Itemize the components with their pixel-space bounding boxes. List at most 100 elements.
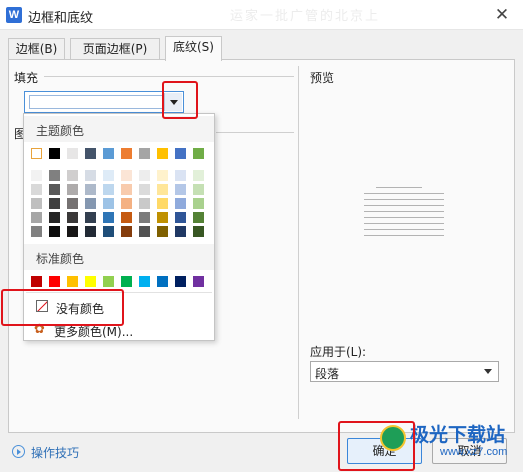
- color-swatch[interactable]: [193, 198, 204, 209]
- color-swatch[interactable]: [49, 148, 60, 159]
- color-swatch[interactable]: [67, 212, 78, 223]
- preview-line: [364, 211, 444, 212]
- color-swatch[interactable]: [31, 184, 42, 195]
- color-swatch[interactable]: [85, 170, 96, 181]
- color-swatch[interactable]: [157, 184, 168, 195]
- color-swatch[interactable]: [193, 226, 204, 237]
- pattern-divider: [216, 132, 294, 133]
- tab-borders[interactable]: 边框(B): [8, 38, 65, 60]
- color-swatch[interactable]: [175, 212, 186, 223]
- more-colors-option[interactable]: 更多颜色(M)...: [54, 323, 133, 340]
- color-swatch[interactable]: [175, 226, 186, 237]
- tips-label[interactable]: 操作技巧: [31, 444, 79, 461]
- palette-icon: ✿: [34, 322, 45, 337]
- color-swatch[interactable]: [85, 212, 96, 223]
- color-swatch[interactable]: [193, 170, 204, 181]
- color-swatch[interactable]: [31, 170, 42, 181]
- fill-divider: [44, 76, 294, 77]
- color-swatch[interactable]: [103, 212, 114, 223]
- color-swatch[interactable]: [49, 170, 60, 181]
- color-swatch[interactable]: [157, 148, 168, 159]
- standard-colors-label: 标准颜色: [36, 252, 85, 266]
- dropdown-separator: [26, 292, 212, 293]
- color-swatch[interactable]: [49, 226, 60, 237]
- color-swatch[interactable]: [139, 276, 150, 287]
- color-swatch[interactable]: [175, 170, 186, 181]
- color-swatch[interactable]: [67, 276, 78, 287]
- color-swatch[interactable]: [121, 184, 132, 195]
- color-swatch[interactable]: [157, 198, 168, 209]
- preview-line: [364, 235, 444, 236]
- color-swatch[interactable]: [139, 170, 150, 181]
- chevron-down-icon: [484, 369, 492, 374]
- color-swatch[interactable]: [85, 276, 96, 287]
- color-swatch[interactable]: [31, 276, 42, 287]
- color-swatch[interactable]: [85, 148, 96, 159]
- color-swatch[interactable]: [103, 170, 114, 181]
- fill-color-swatch: [29, 95, 163, 109]
- color-swatch[interactable]: [85, 226, 96, 237]
- color-swatch[interactable]: [175, 148, 186, 159]
- color-swatch[interactable]: [85, 198, 96, 209]
- color-swatch[interactable]: [103, 184, 114, 195]
- color-swatch[interactable]: [157, 212, 168, 223]
- color-swatch[interactable]: [139, 226, 150, 237]
- color-swatch[interactable]: [121, 148, 132, 159]
- color-swatch[interactable]: [67, 198, 78, 209]
- fill-dropdown-arrow-icon[interactable]: [164, 93, 182, 111]
- color-swatch[interactable]: [121, 212, 132, 223]
- preview-line: [364, 199, 444, 200]
- color-swatch[interactable]: [175, 184, 186, 195]
- color-swatch[interactable]: [121, 276, 132, 287]
- color-swatch[interactable]: [193, 184, 204, 195]
- color-swatch[interactable]: [121, 198, 132, 209]
- color-swatch[interactable]: [49, 276, 60, 287]
- color-swatch[interactable]: [103, 276, 114, 287]
- preview-label: 预览: [310, 71, 335, 85]
- color-swatch[interactable]: [193, 276, 204, 287]
- color-swatch[interactable]: [31, 198, 42, 209]
- color-swatch[interactable]: [157, 276, 168, 287]
- color-swatch[interactable]: [175, 276, 186, 287]
- watermark-url: www.xz7.com: [440, 446, 508, 458]
- color-swatch[interactable]: [49, 212, 60, 223]
- color-swatch[interactable]: [103, 148, 114, 159]
- color-swatch[interactable]: [139, 184, 150, 195]
- color-swatch[interactable]: [67, 148, 78, 159]
- color-swatch[interactable]: [49, 198, 60, 209]
- color-swatch[interactable]: [121, 170, 132, 181]
- apply-to-value: 段落: [315, 367, 340, 381]
- wps-writer-icon: W: [6, 7, 22, 23]
- color-swatch[interactable]: [193, 212, 204, 223]
- preview-line: [364, 217, 444, 218]
- color-swatch[interactable]: [157, 170, 168, 181]
- color-swatch[interactable]: [175, 198, 186, 209]
- color-swatch[interactable]: [139, 212, 150, 223]
- tab-shading[interactable]: 底纹(S): [165, 36, 222, 61]
- color-swatch[interactable]: [31, 212, 42, 223]
- no-color-option[interactable]: 没有颜色: [56, 300, 104, 317]
- color-swatch[interactable]: [31, 148, 42, 159]
- color-swatch[interactable]: [49, 184, 60, 195]
- background-document-text: 运家一批广管的北京上: [230, 9, 381, 24]
- fill-color-select[interactable]: [24, 91, 184, 113]
- color-swatch[interactable]: [139, 198, 150, 209]
- color-swatch[interactable]: [157, 226, 168, 237]
- close-button[interactable]: ✕: [491, 4, 513, 26]
- color-swatch[interactable]: [67, 226, 78, 237]
- color-swatch[interactable]: [103, 198, 114, 209]
- apply-to-label: 应用于(L):: [310, 345, 367, 359]
- color-swatch[interactable]: [139, 148, 150, 159]
- color-swatch[interactable]: [31, 226, 42, 237]
- preview-line: [364, 223, 444, 224]
- color-swatch[interactable]: [103, 226, 114, 237]
- fill-label: 填充: [14, 71, 39, 85]
- apply-to-select[interactable]: 段落: [310, 361, 499, 382]
- color-swatch[interactable]: [193, 148, 204, 159]
- color-swatch[interactable]: [121, 226, 132, 237]
- preview-line: [376, 187, 422, 188]
- color-swatch[interactable]: [67, 184, 78, 195]
- color-swatch[interactable]: [67, 170, 78, 181]
- color-swatch[interactable]: [85, 184, 96, 195]
- tab-page-border[interactable]: 页面边框(P): [70, 38, 160, 60]
